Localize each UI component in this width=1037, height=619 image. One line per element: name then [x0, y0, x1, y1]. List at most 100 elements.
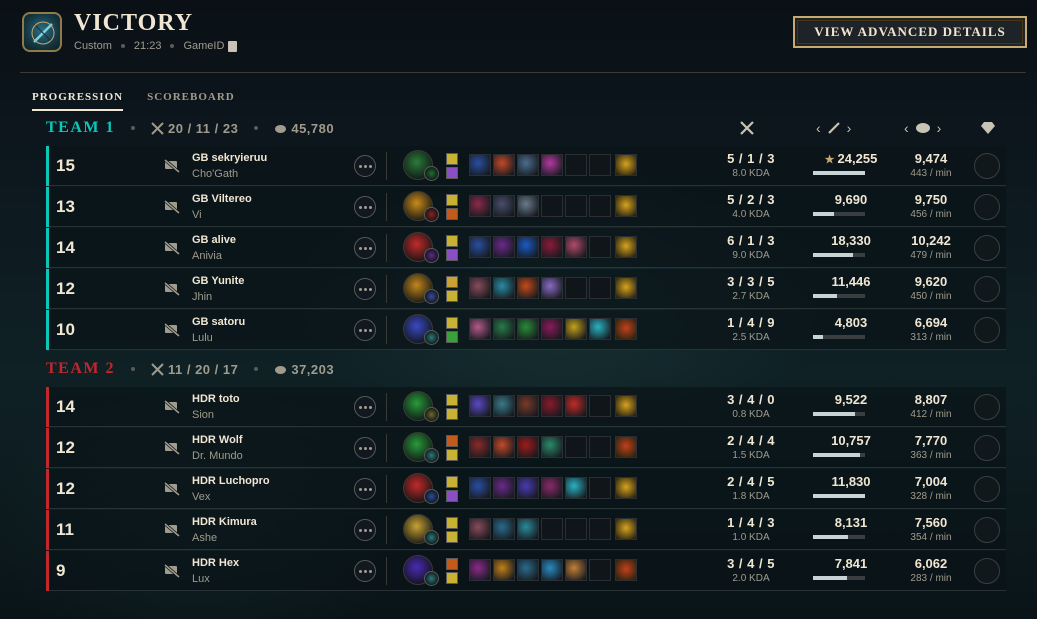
more-options-button[interactable] — [354, 519, 376, 541]
item-icon[interactable] — [517, 559, 539, 581]
summoner-spell-2-icon[interactable] — [446, 167, 458, 179]
honor-button[interactable] — [974, 558, 1000, 584]
player-name[interactable]: GB Viltereo — [192, 193, 252, 205]
honor-button[interactable] — [974, 435, 1000, 461]
tab-scoreboard[interactable]: SCOREBOARD — [147, 91, 235, 111]
item-icon[interactable] — [565, 477, 587, 499]
more-options-button[interactable] — [354, 437, 376, 459]
more-options-button[interactable] — [354, 196, 376, 218]
trinket-icon[interactable] — [615, 277, 637, 299]
item-icon[interactable] — [493, 318, 515, 340]
summoner-spell-1-icon[interactable] — [446, 235, 458, 247]
item-icon[interactable] — [541, 154, 563, 176]
item-icon[interactable] — [469, 395, 491, 417]
item-icon[interactable] — [565, 395, 587, 417]
summoner-spell-2-icon[interactable] — [446, 408, 458, 420]
honor-button[interactable] — [974, 394, 1000, 420]
player-name[interactable]: HDR Hex — [192, 557, 239, 569]
mute-chat-icon[interactable] — [163, 562, 181, 580]
item-icon[interactable] — [493, 518, 515, 540]
item-icon[interactable] — [493, 477, 515, 499]
item-icon[interactable] — [493, 236, 515, 258]
mute-chat-icon[interactable] — [163, 157, 181, 175]
trinket-icon[interactable] — [615, 477, 637, 499]
player-name[interactable]: HDR toto — [192, 393, 240, 405]
more-options-button[interactable] — [354, 155, 376, 177]
summoner-spell-2-icon[interactable] — [446, 290, 458, 302]
more-options-button[interactable] — [354, 560, 376, 582]
honor-button[interactable] — [974, 235, 1000, 261]
tab-progression[interactable]: PROGRESSION — [32, 91, 124, 111]
player-name[interactable]: HDR Kimura — [192, 516, 257, 528]
player-row[interactable]: 12 GB Yunite Jhin 3 / 3 / 5 2.7 KDA 11,446 9,6… — [46, 269, 1006, 309]
player-row[interactable]: 12 HDR Luchopro Vex 2 / 4 / 5 1.8 KDA 11,830 7… — [46, 469, 1006, 509]
item-icon[interactable] — [589, 318, 611, 340]
damage-column-selector[interactable]: ‹ › — [816, 118, 851, 138]
summoner-spell-1-icon[interactable] — [446, 435, 458, 447]
mute-chat-icon[interactable] — [163, 239, 181, 257]
summoner-spell-1-icon[interactable] — [446, 517, 458, 529]
honor-column-icon[interactable] — [980, 118, 996, 138]
item-icon[interactable] — [517, 277, 539, 299]
item-icon[interactable] — [541, 395, 563, 417]
mute-chat-icon[interactable] — [163, 280, 181, 298]
summoner-spell-1-icon[interactable] — [446, 194, 458, 206]
item-icon[interactable] — [565, 559, 587, 581]
summoner-spell-2-icon[interactable] — [446, 449, 458, 461]
item-icon[interactable] — [541, 436, 563, 458]
player-name[interactable]: GB satoru — [192, 316, 245, 328]
kda-column-icon[interactable] — [739, 118, 755, 138]
item-icon[interactable] — [469, 559, 491, 581]
item-icon[interactable] — [469, 236, 491, 258]
item-icon[interactable] — [517, 395, 539, 417]
summoner-spell-2-icon[interactable] — [446, 208, 458, 220]
mute-chat-icon[interactable] — [163, 398, 181, 416]
player-row[interactable]: 13 GB Viltereo Vi 5 / 2 / 3 4.0 KDA 9,690 9,75… — [46, 187, 1006, 227]
summoner-spell-1-icon[interactable] — [446, 558, 458, 570]
mute-chat-icon[interactable] — [163, 480, 181, 498]
item-icon[interactable] — [469, 477, 491, 499]
item-icon[interactable] — [517, 477, 539, 499]
item-icon[interactable] — [469, 318, 491, 340]
summoner-spell-1-icon[interactable] — [446, 276, 458, 288]
summoner-spell-1-icon[interactable] — [446, 153, 458, 165]
player-row[interactable]: 9 HDR Hex Lux 3 / 4 / 5 2.0 KDA 7,841 6,062 283… — [46, 551, 1006, 591]
player-row[interactable]: 10 GB satoru Lulu 1 / 4 / 9 2.5 KDA 4,803 6,69… — [46, 310, 1006, 350]
item-icon[interactable] — [517, 436, 539, 458]
player-row[interactable]: 14 GB alive Anivia 6 / 1 / 3 9.0 KDA 18,330 10… — [46, 228, 1006, 268]
item-icon[interactable] — [565, 236, 587, 258]
honor-button[interactable] — [974, 194, 1000, 220]
more-options-button[interactable] — [354, 478, 376, 500]
summoner-spell-1-icon[interactable] — [446, 476, 458, 488]
more-options-button[interactable] — [354, 396, 376, 418]
item-icon[interactable] — [493, 195, 515, 217]
item-icon[interactable] — [469, 277, 491, 299]
trinket-icon[interactable] — [615, 195, 637, 217]
summoner-spell-1-icon[interactable] — [446, 394, 458, 406]
honor-button[interactable] — [974, 517, 1000, 543]
item-icon[interactable] — [541, 477, 563, 499]
trinket-icon[interactable] — [615, 318, 637, 340]
trinket-icon[interactable] — [615, 395, 637, 417]
item-icon[interactable] — [493, 395, 515, 417]
item-icon[interactable] — [541, 277, 563, 299]
item-icon[interactable] — [517, 195, 539, 217]
item-icon[interactable] — [469, 436, 491, 458]
item-icon[interactable] — [469, 518, 491, 540]
item-icon[interactable] — [565, 318, 587, 340]
item-icon[interactable] — [493, 436, 515, 458]
copy-game-id-icon[interactable] — [228, 40, 238, 52]
item-icon[interactable] — [493, 154, 515, 176]
player-name[interactable]: GB sekryieruu — [192, 152, 267, 164]
player-name[interactable]: GB Yunite — [192, 275, 244, 287]
player-row[interactable]: 12 HDR Wolf Dr. Mundo 2 / 4 / 4 1.5 KDA 10,75… — [46, 428, 1006, 468]
player-row[interactable]: 14 HDR toto Sion 3 / 4 / 0 0.8 KDA 9,522 8,807… — [46, 387, 1006, 427]
item-icon[interactable] — [493, 559, 515, 581]
view-advanced-details-button[interactable]: VIEW ADVANCED DETAILS — [793, 16, 1027, 48]
more-options-button[interactable] — [354, 319, 376, 341]
item-icon[interactable] — [541, 318, 563, 340]
summoner-spell-2-icon[interactable] — [446, 490, 458, 502]
player-row[interactable]: 15 GB sekryieruu Cho'Gath 5 / 1 / 3 8.0 KDA ★… — [46, 146, 1006, 186]
mute-chat-icon[interactable] — [163, 321, 181, 339]
gold-column-selector[interactable]: ‹ › — [904, 118, 941, 138]
